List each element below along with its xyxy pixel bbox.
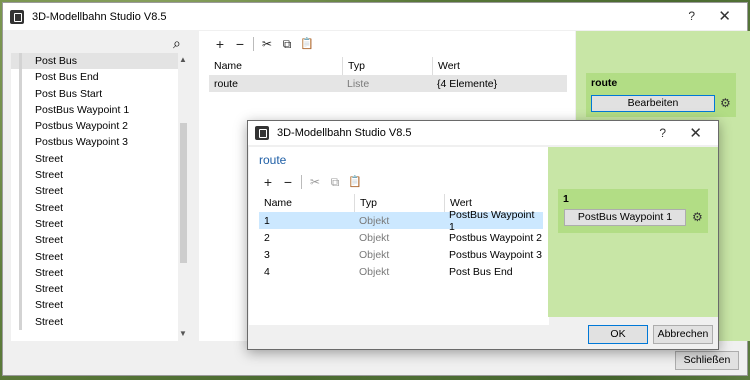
table-row[interactable]: 4 Objekt Post Bus End (259, 263, 543, 280)
header-value[interactable]: Wert (432, 57, 567, 75)
list-item[interactable]: Postbus Waypoint 2 (11, 118, 188, 135)
list-item[interactable]: Street (11, 264, 188, 282)
copy-icon[interactable]: ⧉ (280, 37, 294, 51)
header-name[interactable]: Name (259, 194, 354, 212)
paste-icon[interactable]: 📋 (300, 37, 314, 51)
scroll-down-icon[interactable]: ▼ (178, 329, 188, 339)
item-property-box: 1 PostBus Waypoint 1 ⚙ (558, 189, 708, 233)
row-value: Post Bus End (449, 265, 513, 278)
route-label: route (591, 77, 618, 89)
row-value: {4 Elemente} (437, 77, 498, 90)
row-type: Objekt (359, 265, 390, 278)
dialog-remove-button[interactable]: − (281, 175, 295, 189)
dialog-copy-icon[interactable]: ⧉ (328, 175, 342, 189)
dialog-cut-icon[interactable]: ✂ (308, 175, 322, 189)
object-list[interactable]: Post Bus Post Bus End Post Bus Start PostBu… (11, 53, 188, 341)
edit-list-dialog: 3D-Modellbahn Studio V8.5 ? ✕ route + − … (247, 120, 719, 350)
header-type[interactable]: Typ (354, 194, 444, 212)
search-icon[interactable]: ⌕ (173, 36, 187, 50)
list-scrollbar[interactable]: ▲ ▼ (178, 53, 188, 341)
dialog-toolbar: + − ✂ ⧉ 📋 (261, 175, 362, 189)
list-item[interactable]: Post Bus (11, 53, 188, 70)
close-window-button[interactable]: ✕ (718, 7, 731, 25)
list-item[interactable]: Post Bus Start (11, 85, 188, 103)
add-button[interactable]: + (213, 37, 227, 51)
gear-icon[interactable]: ⚙ (692, 210, 703, 224)
dialog-paste-icon[interactable]: 📋 (348, 175, 362, 189)
remove-button[interactable]: − (233, 37, 247, 51)
dialog-add-button[interactable]: + (261, 175, 275, 189)
list-item[interactable]: Post Bus End (11, 69, 188, 86)
main-titlebar[interactable]: 3D-Modellbahn Studio V8.5 ? ✕ (3, 3, 747, 30)
dialog-close-button[interactable]: ✕ (689, 124, 702, 142)
row-name: 1 (264, 214, 270, 227)
gear-icon[interactable]: ⚙ (720, 96, 731, 110)
dialog-help-button[interactable]: ? (659, 126, 666, 140)
ok-button[interactable]: OK (588, 325, 648, 344)
dialog-content: route + − ✂ ⧉ 📋 Name Typ Wert 1 Objekt Pos… (249, 147, 549, 325)
row-name: 4 (264, 265, 270, 278)
list-item[interactable]: Street (11, 232, 188, 249)
list-item[interactable]: Street (11, 297, 188, 315)
row-name: 3 (264, 248, 270, 261)
close-button[interactable]: Schließen (675, 351, 739, 370)
row-type: Liste (347, 77, 370, 90)
table-row[interactable]: 1 Objekt PostBus Waypoint 1 (259, 208, 543, 233)
dialog-titlebar[interactable]: 3D-Modellbahn Studio V8.5 ? ✕ (248, 121, 718, 145)
row-value: Postbus Waypoint 2 (449, 231, 542, 244)
list-item[interactable]: Street (11, 150, 188, 168)
object-select-button[interactable]: PostBus Waypoint 1 (564, 209, 686, 226)
app-lock-icon (10, 9, 24, 24)
list-item[interactable]: Street (11, 215, 188, 233)
variables-table: Name Typ Wert route Liste {4 Elemente} (209, 57, 567, 92)
dialog-table: Name Typ Wert 1 Objekt PostBus Waypoint 12… (259, 194, 543, 280)
list-item[interactable]: Street (11, 167, 188, 184)
row-type: Objekt (359, 214, 390, 227)
table-row[interactable]: route Liste {4 Elemente} (209, 75, 567, 92)
cancel-button[interactable]: Abbrechen (653, 325, 713, 344)
row-value: Postbus Waypoint 3 (449, 248, 542, 261)
scroll-up-icon[interactable]: ▲ (178, 55, 188, 65)
list-item[interactable]: Street (11, 248, 188, 266)
toolbar-separator (253, 37, 254, 51)
list-item[interactable]: Street (11, 281, 188, 298)
table-header: Name Typ Wert (209, 57, 567, 75)
list-item[interactable]: PostBus Waypoint 1 (11, 101, 188, 119)
header-type[interactable]: Typ (342, 57, 432, 75)
row-value: PostBus Waypoint 1 (449, 208, 535, 233)
scroll-thumb[interactable] (180, 123, 187, 263)
route-property-box: route Bearbeiten ⚙ (586, 73, 736, 117)
dialog-title: 3D-Modellbahn Studio V8.5 (277, 127, 412, 139)
item-index-label: 1 (563, 193, 569, 205)
dialog-lock-icon (255, 126, 269, 140)
table-row[interactable]: 3 Objekt Postbus Waypoint 3 (259, 246, 543, 263)
header-name[interactable]: Name (209, 57, 342, 75)
list-item[interactable]: Postbus Waypoint 3 (11, 134, 188, 152)
table-row[interactable]: 2 Objekt Postbus Waypoint 2 (259, 229, 543, 246)
dialog-heading: route (259, 153, 287, 167)
toolbar-separator (301, 175, 302, 189)
row-name: 2 (264, 231, 270, 244)
cut-icon[interactable]: ✂ (260, 37, 274, 51)
list-item[interactable]: Street (11, 183, 188, 200)
help-button[interactable]: ? (688, 9, 695, 23)
row-name: route (214, 77, 238, 90)
list-item[interactable]: Street (11, 313, 188, 331)
edit-button[interactable]: Bearbeiten (591, 95, 715, 112)
row-type: Objekt (359, 248, 390, 261)
main-toolbar: + − ✂ ⧉ 📋 (213, 37, 314, 51)
list-item[interactable]: Street (11, 199, 188, 217)
row-type: Objekt (359, 231, 390, 244)
main-window-title: 3D-Modellbahn Studio V8.5 (32, 10, 167, 23)
